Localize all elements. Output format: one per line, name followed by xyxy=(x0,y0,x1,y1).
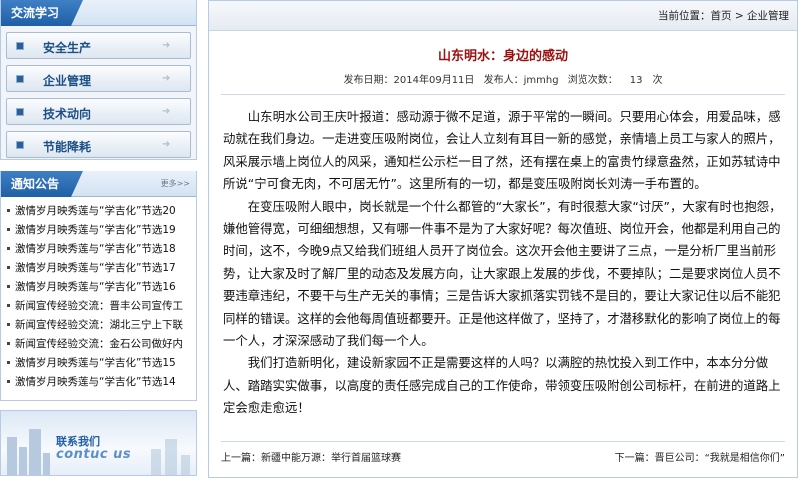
prev-label: 上一篇： xyxy=(221,453,261,464)
publisher: 发布人：jmmhg xyxy=(484,75,559,86)
article-meta: 发布日期：2014年09月11日 发布人：jmmhg 浏览次数： 13 次 xyxy=(209,71,797,86)
category-list: 安全生产 ➜ 企业管理 ➜ 技术动向 ➜ 节能降耗 ➜ xyxy=(1,26,196,158)
pager-divider xyxy=(221,441,785,442)
view-count-value: 13 xyxy=(629,75,643,86)
square-bullet-icon xyxy=(16,141,24,149)
notice-item-text: 激情岁月映秀莲与“学吉化”节选14 xyxy=(15,376,176,388)
notice-item[interactable]: 新闻宣传经验交流：晋丰公司宣传工 xyxy=(5,297,196,316)
building-silhouette-icon xyxy=(29,429,41,475)
breadcrumb-home-link[interactable]: 首页 xyxy=(711,10,732,22)
building-silhouette-icon xyxy=(7,437,17,475)
category-item-label: 企业管理 xyxy=(43,74,92,88)
building-silhouette-icon xyxy=(181,455,190,475)
category-item-label: 技术动向 xyxy=(43,107,92,121)
notice-item-text: 激情岁月映秀莲与“学吉化”节选15 xyxy=(15,357,176,369)
notice-item-text: 新闻宣传经验交流：金石公司做好内 xyxy=(15,338,183,350)
notice-item[interactable]: 激情岁月映秀莲与“学吉化”节选20 xyxy=(5,202,196,221)
article-paragraph: 在变压吸附人眼中，岗长就是一个什么都管的“大家长”，有时很惹大家“讨厌”，大家有… xyxy=(223,198,782,349)
notice-item[interactable]: 激情岁月映秀莲与“学吉化”节选19 xyxy=(5,221,196,240)
notice-item-text: 激情岁月映秀莲与“学吉化”节选19 xyxy=(15,224,176,236)
notice-item[interactable]: 新闻宣传经验交流：湖北三宁上下联 xyxy=(5,316,196,335)
bullet-icon xyxy=(7,208,10,212)
article-panel: 当前位置：首页 > 企业管理 山东明水：身边的感动 发布日期：2014年09月1… xyxy=(208,0,798,478)
contact-us-banner[interactable]: 联系我们 contuc us xyxy=(0,410,197,476)
notice-item-text: 激情岁月映秀莲与“学吉化”节选18 xyxy=(15,243,176,255)
square-bullet-icon xyxy=(16,108,24,116)
notice-item-text: 激情岁月映秀莲与“学吉化”节选17 xyxy=(15,262,176,274)
notice-panel: 通知公告 更多>> 激情岁月映秀莲与“学吉化”节选20 激情岁月映秀莲与“学吉化… xyxy=(0,171,197,401)
category-item-management[interactable]: 企业管理 ➜ xyxy=(6,65,191,92)
notice-item[interactable]: 激情岁月映秀莲与“学吉化”节选18 xyxy=(5,240,196,259)
arrow-right-icon: ➜ xyxy=(162,73,171,84)
bullet-icon xyxy=(7,379,10,383)
category-item-label: 安全生产 xyxy=(43,41,92,55)
bullet-icon xyxy=(7,284,10,288)
breadcrumb-current[interactable]: 企业管理 xyxy=(747,10,789,22)
notice-item-text: 新闻宣传经验交流：晋丰公司宣传工 xyxy=(15,300,183,312)
publish-date-value: 2014年09月11日 xyxy=(393,75,475,86)
more-link[interactable]: 更多>> xyxy=(161,171,190,197)
contact-us-english-label: contuc us xyxy=(56,447,132,462)
prev-article: 上一篇：新疆中能万源：举行首届篮球赛 xyxy=(221,449,401,464)
next-article: 下一篇：晋巨公司：“我就是相信你们” xyxy=(615,449,785,464)
arrow-right-icon: ➜ xyxy=(162,139,171,150)
article-paragraph: 山东明水公司王庆叶报道：感动源于微不足道，源于平常的一瞬间。只要用心体会，用爱品… xyxy=(223,109,781,192)
publish-date-label: 发布日期： xyxy=(343,75,394,86)
notice-item[interactable]: 激情岁月映秀莲与“学吉化”节选14 xyxy=(5,373,196,392)
breadcrumb-prefix: 当前位置： xyxy=(658,10,711,22)
bullet-icon xyxy=(7,227,10,231)
building-silhouette-icon xyxy=(19,447,27,475)
arrow-right-icon: ➜ xyxy=(162,106,171,117)
notice-item[interactable]: 激情岁月映秀莲与“学吉化”节选16 xyxy=(5,278,196,297)
next-label: 下一篇： xyxy=(614,453,655,464)
article-paragraph: 我们打造新明化，建设新家园不正是需要这样的人吗？以满腔的热忱投入到工作中，本本分… xyxy=(223,355,781,416)
publisher-value: jmmhg xyxy=(523,75,559,86)
bullet-icon xyxy=(7,303,10,307)
breadcrumb: 当前位置：首页 > 企业管理 xyxy=(209,1,797,31)
square-bullet-icon xyxy=(16,42,24,50)
category-panel-header: 交流学习 xyxy=(1,0,196,26)
view-count-unit: 次 xyxy=(652,75,663,86)
notice-item-text: 激情岁月映秀莲与“学吉化”节选20 xyxy=(15,205,176,217)
category-item-safety[interactable]: 安全生产 ➜ xyxy=(6,32,191,59)
breadcrumb-separator: > xyxy=(731,10,747,22)
building-silhouette-icon xyxy=(151,449,161,475)
left-sidebar: 交流学习 安全生产 ➜ 企业管理 ➜ 技术动向 ➜ 节能降耗 ➜ 通知公告 更多… xyxy=(0,0,197,482)
view-count-label: 浏览次数： xyxy=(567,75,618,86)
notice-panel-header: 通知公告 更多>> xyxy=(1,171,196,197)
notice-item[interactable]: 激情岁月映秀莲与“学吉化”节选17 xyxy=(5,259,196,278)
notice-panel-title: 通知公告 xyxy=(11,177,60,191)
bullet-icon xyxy=(7,360,10,364)
bullet-icon xyxy=(7,322,10,326)
publisher-label: 发布人： xyxy=(483,75,524,86)
view-count: 浏览次数： 13 次 xyxy=(568,75,663,86)
category-item-tech[interactable]: 技术动向 ➜ xyxy=(6,98,191,125)
category-item-label: 节能降耗 xyxy=(43,140,92,154)
prev-article-link[interactable]: 新疆中能万源：举行首届篮球赛 xyxy=(261,453,401,464)
article-title: 山东明水：身边的感动 xyxy=(437,49,568,64)
arrow-right-icon: ➜ xyxy=(162,40,171,51)
category-item-energy[interactable]: 节能降耗 ➜ xyxy=(6,131,191,158)
notice-item[interactable]: 激情岁月映秀莲与“学吉化”节选15 xyxy=(5,354,196,373)
article-body: 山东明水公司王庆叶报道：感动源于微不足道，源于平常的一瞬间。只要用心体会，用爱品… xyxy=(209,95,797,420)
notice-list: 激情岁月映秀莲与“学吉化”节选20 激情岁月映秀莲与“学吉化”节选19 激情岁月… xyxy=(1,197,196,392)
notice-item-text: 新闻宣传经验交流：湖北三宁上下联 xyxy=(15,319,183,331)
square-bullet-icon xyxy=(16,75,24,83)
building-silhouette-icon xyxy=(165,439,177,475)
category-panel-title: 交流学习 xyxy=(11,6,60,20)
notice-item-text: 激情岁月映秀莲与“学吉化”节选16 xyxy=(15,281,176,293)
publish-date: 发布日期：2014年09月11日 xyxy=(344,75,475,86)
category-panel: 交流学习 安全生产 ➜ 企业管理 ➜ 技术动向 ➜ 节能降耗 ➜ xyxy=(0,0,197,160)
bullet-icon xyxy=(7,341,10,345)
bullet-icon xyxy=(7,246,10,250)
next-article-link[interactable]: 晋巨公司：“我就是相信你们” xyxy=(655,453,785,464)
notice-item[interactable]: 新闻宣传经验交流：金石公司做好内 xyxy=(5,335,196,354)
building-silhouette-icon xyxy=(43,453,50,475)
bullet-icon xyxy=(7,265,10,269)
